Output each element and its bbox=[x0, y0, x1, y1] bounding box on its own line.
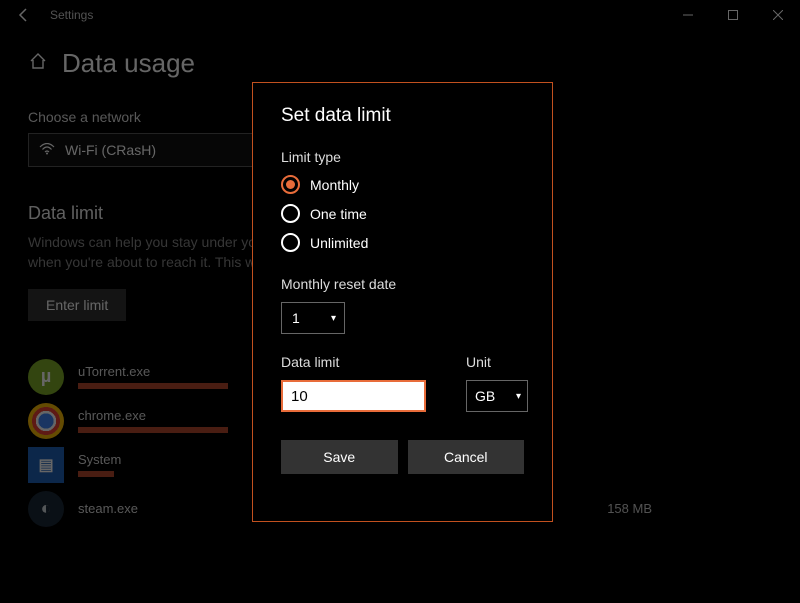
radio-one-time[interactable]: One time bbox=[281, 204, 524, 223]
radio-unlimited[interactable]: Unlimited bbox=[281, 233, 524, 252]
radio-icon bbox=[281, 233, 300, 252]
cancel-button[interactable]: Cancel bbox=[408, 440, 525, 474]
dialog-title: Set data limit bbox=[281, 105, 524, 127]
dialog-buttons: Save Cancel bbox=[281, 440, 524, 474]
reset-date-label: Monthly reset date bbox=[281, 276, 524, 292]
radio-icon bbox=[281, 175, 300, 194]
limit-type-radio-group: Monthly One time Unlimited bbox=[281, 175, 524, 252]
unit-value: GB bbox=[475, 388, 495, 404]
limit-type-label: Limit type bbox=[281, 149, 524, 165]
unit-label: Unit bbox=[466, 354, 528, 370]
radio-monthly[interactable]: Monthly bbox=[281, 175, 524, 194]
reset-date-value: 1 bbox=[292, 310, 300, 326]
unit-select[interactable]: GB bbox=[466, 380, 528, 412]
data-limit-label: Data limit bbox=[281, 354, 426, 370]
set-data-limit-dialog: Set data limit Limit type Monthly One ti… bbox=[252, 82, 553, 522]
reset-date-section: Monthly reset date 1 bbox=[281, 276, 524, 334]
save-button[interactable]: Save bbox=[281, 440, 398, 474]
radio-icon bbox=[281, 204, 300, 223]
chevron-down-icon bbox=[516, 391, 521, 402]
data-limit-input-wrapper: ✕ bbox=[281, 380, 426, 412]
radio-label: One time bbox=[310, 206, 367, 222]
radio-label: Unlimited bbox=[310, 235, 368, 251]
data-limit-input[interactable] bbox=[291, 388, 490, 405]
data-limit-row: Data limit ✕ Unit GB bbox=[281, 354, 524, 412]
radio-label: Monthly bbox=[310, 177, 359, 193]
reset-date-select[interactable]: 1 bbox=[281, 302, 345, 334]
chevron-down-icon bbox=[331, 313, 336, 324]
